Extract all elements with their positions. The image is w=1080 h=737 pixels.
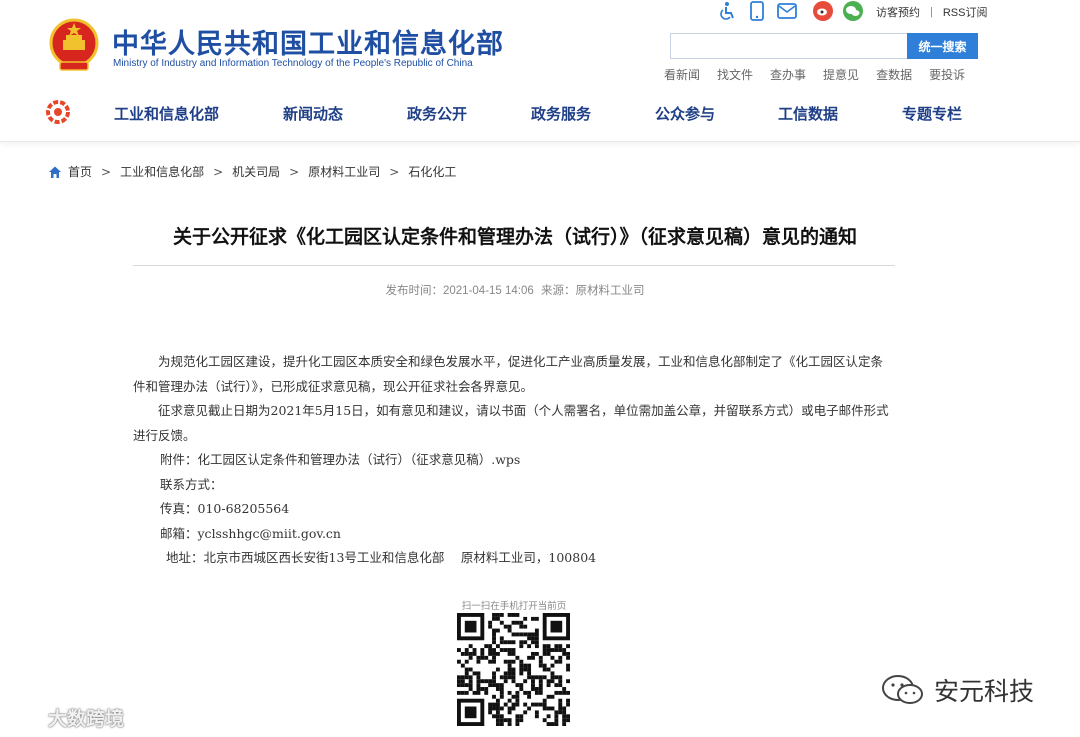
- quick-link-services[interactable]: 查办事: [770, 66, 806, 83]
- breadcrumb-separator: >: [289, 164, 300, 179]
- search-button[interactable]: 统一搜索: [907, 33, 978, 59]
- breadcrumb-separator: >: [213, 164, 224, 179]
- quick-link-files[interactable]: 找文件: [717, 66, 753, 83]
- watermark-left: 大数跨境: [8, 704, 124, 731]
- watermark-right-text: 安元科技: [934, 677, 1035, 706]
- article-paragraph: 征求意见截止日期为2021年5月15日，如有意见和建议，请以书面（个人需署名，单…: [133, 403, 889, 443]
- title-divider: [133, 265, 895, 266]
- top-links-separator: |: [930, 6, 933, 18]
- quick-link-news[interactable]: 看新闻: [664, 66, 700, 83]
- wechat-icon[interactable]: [842, 0, 864, 22]
- wechat-official-account-icon: [882, 675, 923, 704]
- main-nav: 工业和信息化部 新闻动态 政务公开 政务服务 公众参与 工信数据 专题专栏: [114, 103, 962, 124]
- breadcrumb-separator: >: [389, 164, 400, 179]
- breadcrumb-raw-materials[interactable]: 原材料工业司: [308, 163, 380, 180]
- quick-link-complaint[interactable]: 要投诉: [929, 66, 965, 83]
- nav-item-miit[interactable]: 工业和信息化部: [114, 103, 283, 124]
- breadcrumb: 首页 > 工业和信息化部 > 机关司局 > 原材料工业司 > 石化化工: [48, 163, 456, 180]
- nav-item-gov-services[interactable]: 政务服务: [531, 103, 655, 124]
- visitor-appointment-link[interactable]: 访客预约: [876, 4, 920, 20]
- mobile-icon[interactable]: [746, 0, 768, 22]
- rss-link[interactable]: RSS订阅: [943, 4, 988, 20]
- article-meta: 发布时间：2021-04-15 14:06 来源：原材料工业司: [0, 282, 1030, 298]
- publish-time: 发布时间：2021-04-15 14:06: [385, 285, 534, 297]
- weibo-icon[interactable]: [812, 0, 834, 22]
- contact-label: 联系方式：: [160, 476, 223, 492]
- contact-email: 邮箱：yclsshhgc@miit.gov.cn: [160, 525, 341, 541]
- qr-caption: 扫一扫在手机打开当前页: [461, 601, 567, 612]
- watermark-logo-icon: [8, 708, 41, 726]
- article-paragraph: 为规范化工园区建设，提升化工园区本质安全和绿色发展水平，促进化工产业高质量发展，…: [133, 354, 884, 394]
- watermark-left-text: 大数跨境: [48, 708, 125, 730]
- quick-links: 看新闻 找文件 查办事 提意见 查数据 要投诉: [664, 66, 982, 83]
- breadcrumb-petrochemical[interactable]: 石化化工: [408, 163, 456, 180]
- top-links: 访客预约 | RSS订阅: [876, 4, 987, 20]
- contact-fax: 传真：010-68205564: [160, 501, 290, 516]
- article-title: 关于公开征求《化工园区认定条件和管理办法（试行）》（征求意见稿）意见的通知: [172, 226, 857, 248]
- article-source: 来源：原材料工业司: [541, 285, 645, 297]
- nav-item-gov-affairs-open[interactable]: 政务公开: [407, 103, 531, 124]
- watermark-right: 安元科技: [880, 672, 1034, 708]
- national-emblem-icon[interactable]: [48, 18, 100, 74]
- breadcrumb-separator: >: [101, 164, 112, 179]
- top-icon-bar: [716, 0, 872, 22]
- mail-icon[interactable]: [776, 0, 798, 22]
- home-icon: [49, 166, 61, 178]
- site-title[interactable]: 中华人民共和国工业和信息化部: [112, 22, 504, 61]
- nav-item-news[interactable]: 新闻动态: [283, 103, 407, 124]
- breadcrumb-departments[interactable]: 机关司局: [232, 163, 280, 180]
- breadcrumb-home[interactable]: 首页: [68, 163, 92, 180]
- breadcrumb-miit[interactable]: 工业和信息化部: [120, 163, 204, 180]
- site-header: 中华人民共和国工业和信息化部 Ministry of Industry and …: [0, 0, 1080, 142]
- ministry-logo-icon[interactable]: [46, 100, 70, 124]
- site-subtitle: Ministry of Industry and Information Tec…: [113, 58, 473, 69]
- qr-code-icon: [457, 613, 570, 726]
- article-body: 为规范化工园区建设，提升化工园区本质安全和绿色发展水平，促进化工产业高质量发展，…: [133, 350, 895, 571]
- contact-address: 地址：北京市西城区西长安街13号工业和信息化部 原材料工业司，100804: [166, 550, 597, 565]
- nav-item-special-topics[interactable]: 专题专栏: [902, 103, 962, 124]
- nav-item-public-participation[interactable]: 公众参与: [655, 103, 778, 124]
- attachment-link[interactable]: 附件：化工园区认定条件和管理办法（试行）（征求意见稿）.wps: [133, 448, 895, 473]
- nav-item-data[interactable]: 工信数据: [778, 103, 902, 124]
- search-input[interactable]: [670, 33, 908, 59]
- accessibility-icon[interactable]: [716, 0, 738, 22]
- quick-link-data[interactable]: 查数据: [876, 66, 912, 83]
- quick-link-feedback[interactable]: 提意见: [823, 66, 859, 83]
